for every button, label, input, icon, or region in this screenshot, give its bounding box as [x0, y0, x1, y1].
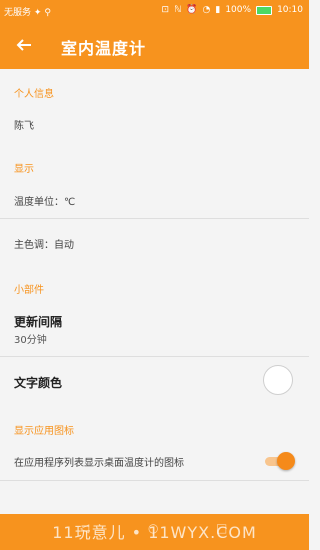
back-arrow-icon[interactable] [13, 34, 35, 56]
switch-thumb [277, 452, 295, 470]
debug-icon: ⚲ [44, 8, 51, 18]
nfc-icon: ℕ [174, 4, 182, 15]
back-arrow-svg [16, 39, 31, 51]
name-pref-row[interactable] [0, 109, 309, 139]
category-app-icon: 显示应用图标 [14, 426, 74, 437]
status-right: ⊡ ℕ ⏰ ◔ ▮ 100% 10:10 [162, 5, 303, 15]
wifi-icon: ◔ [202, 4, 211, 15]
usb-icon: ✦ [33, 8, 42, 18]
sim-icon: ▮ [215, 4, 221, 15]
status-left: 无服务 ✦ ⚲ [4, 5, 51, 18]
divider [0, 480, 309, 481]
temperature-unit: 温度单位：℃ [14, 197, 76, 208]
theme-color: 主色调：自动 [14, 240, 74, 251]
color-swatch[interactable] [263, 365, 293, 395]
update-interval-title: 更新间隔 [14, 315, 63, 329]
watermark-text: 11玩意儿 • 11WYX.COM [52, 523, 257, 542]
bottom-bar: ◁ ○ □ 11玩意儿 • 11WYX.COM [0, 514, 309, 550]
update-interval-value: 30分钟 [14, 335, 47, 346]
page-title: 室内温度计 [61, 39, 147, 58]
clock: 10:10 [277, 5, 303, 15]
status-bar: 无服务 ✦ ⚲ ⊡ ℕ ⏰ ◔ ▮ 100% 10:10 [0, 0, 309, 22]
text-color-title: 文字颜色 [14, 376, 63, 390]
carrier-text: 无服务 [4, 8, 32, 18]
app-icon-switch[interactable] [263, 452, 295, 470]
category-widget: 小部件 [14, 285, 44, 296]
app-icon-toggle-label: 在应用程序列表显示桌面温度计的图标 [14, 458, 184, 469]
vibrate-icon: ⊡ [161, 4, 170, 15]
battery-icon [256, 5, 273, 15]
app-toolbar: 室内温度计 [0, 22, 309, 69]
settings-list: 个人信息 陈飞 显示 温度单位：℃ 主色调：自动 小部件 更新间隔 30分钟 文… [0, 69, 309, 514]
category-personal: 个人信息 [14, 89, 54, 100]
alarm-icon: ⏰ [186, 4, 198, 15]
name-value: 陈飞 [14, 121, 34, 132]
battery-percent: 100% [225, 5, 252, 15]
category-display: 显示 [14, 164, 34, 175]
